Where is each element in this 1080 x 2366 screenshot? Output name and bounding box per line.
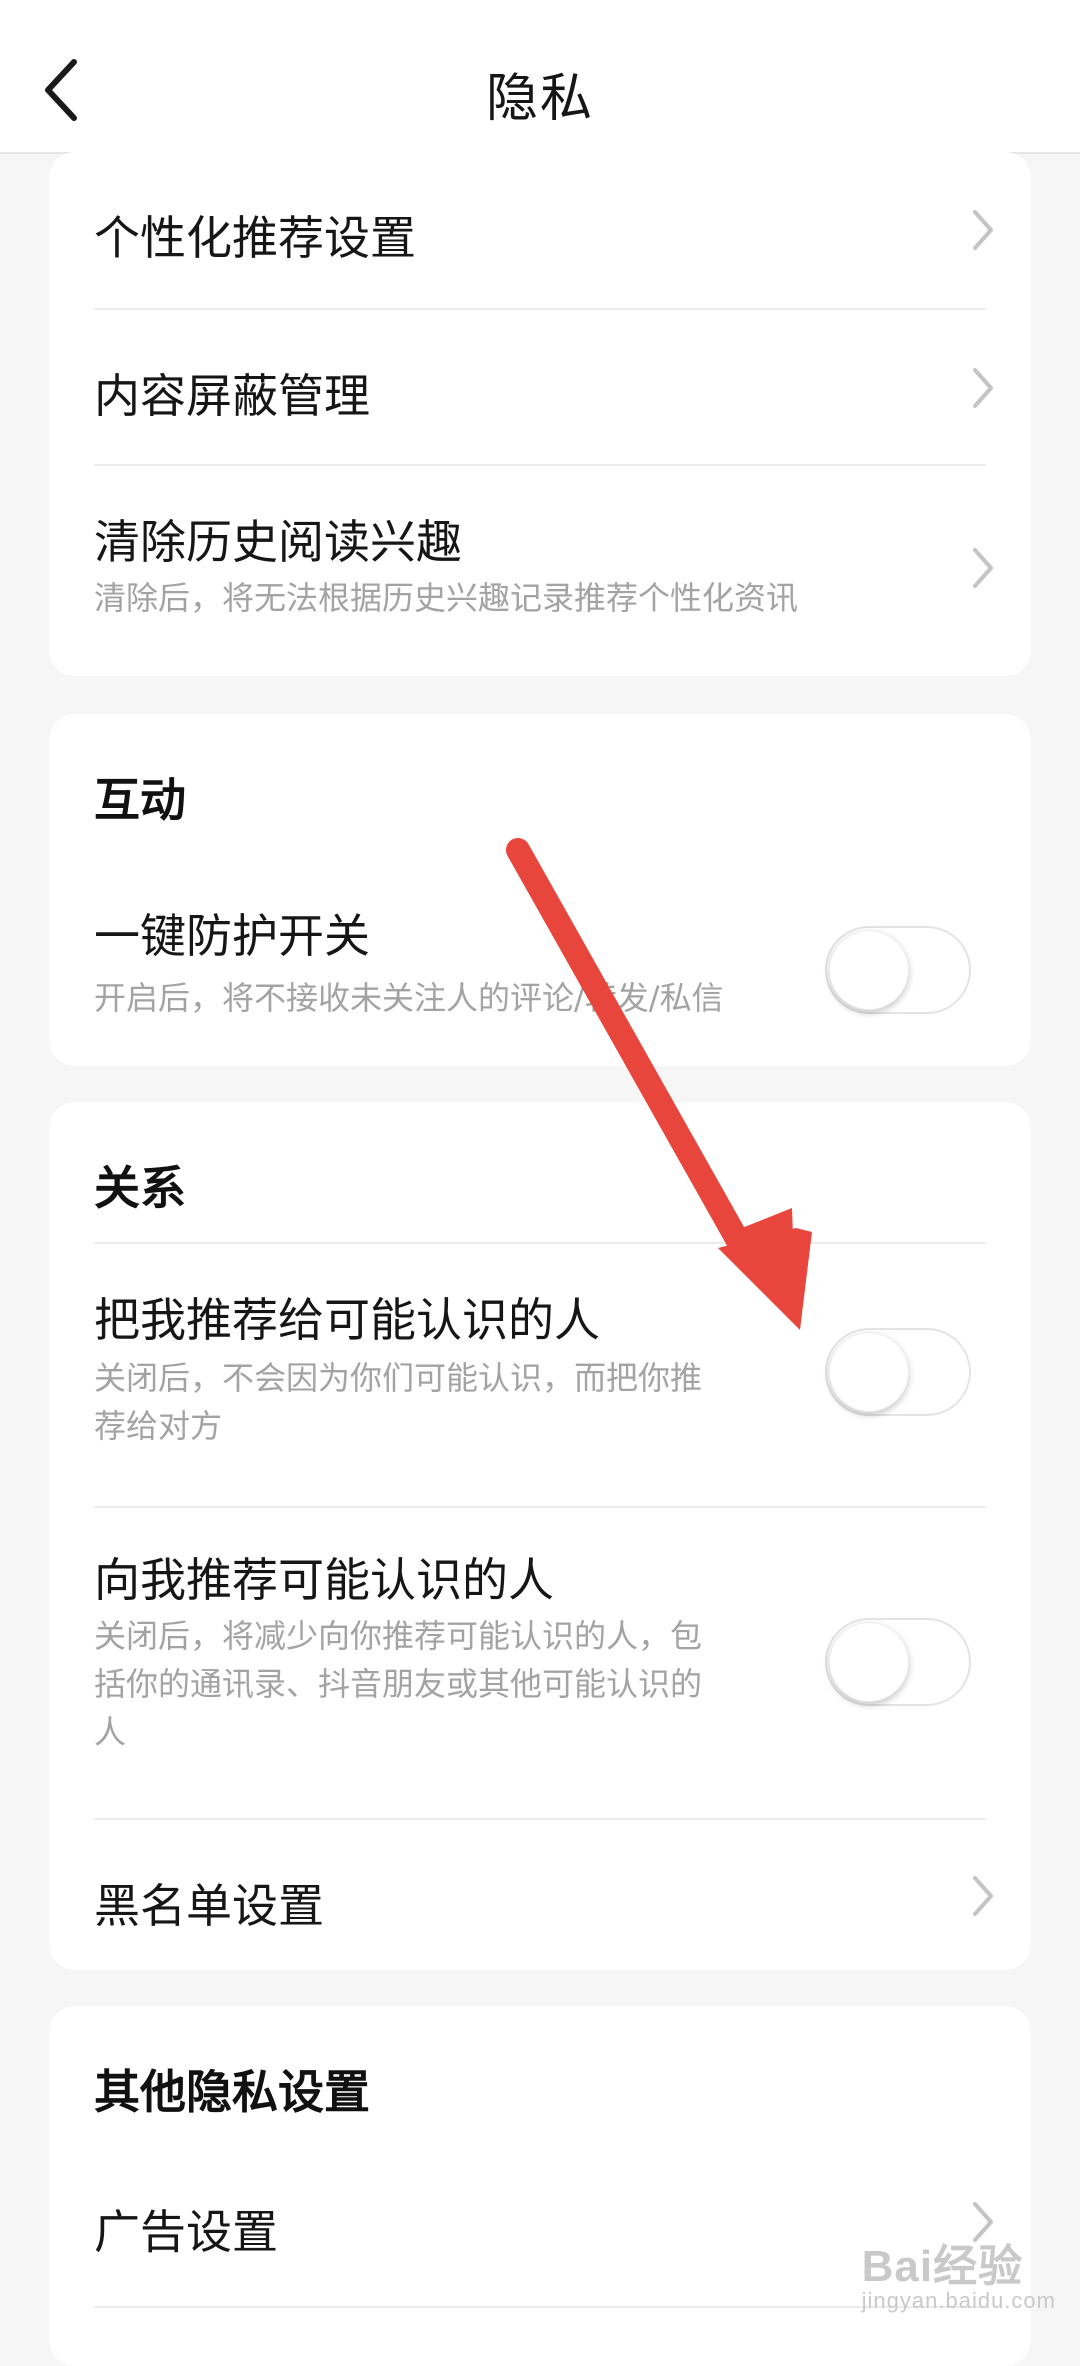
row-description: 开启后，将不接收未关注人的评论/转发/私信 bbox=[94, 979, 724, 1017]
recommend-me-toggle[interactable] bbox=[825, 1328, 971, 1416]
section-title: 其他隐私设置 bbox=[94, 2065, 370, 2119]
content-block-row[interactable]: 内容屏蔽管理 bbox=[49, 310, 1031, 464]
chevron-right-icon bbox=[973, 1876, 993, 1916]
chevron-right-icon bbox=[973, 210, 993, 250]
one-key-protection-row: 一键防护开关 开启后，将不接收未关注人的评论/转发/私信 bbox=[49, 864, 1031, 1066]
row-title: 内容屏蔽管理 bbox=[94, 369, 370, 423]
row-description: 清除后，将无法根据历史兴趣记录推荐个性化资讯 bbox=[94, 579, 799, 617]
blacklist-row[interactable]: 黑名单设置 bbox=[49, 1820, 1031, 1970]
row-title: 向我推荐可能认识的人 bbox=[94, 1553, 554, 1607]
toggle-knob bbox=[829, 1332, 909, 1412]
row-title: 清除历史阅读兴趣 bbox=[94, 515, 462, 569]
navigation-bar: 隐私 bbox=[0, 0, 1080, 154]
row-description: 人 bbox=[94, 1713, 127, 1751]
watermark-url: jingyan.baidu.com bbox=[861, 2288, 1056, 2313]
row-description: 关闭后，将减少向你推荐可能认识的人，包 bbox=[94, 1617, 703, 1655]
chevron-right-icon bbox=[973, 548, 993, 588]
recommend-settings-card: 个性化推荐设置 内容屏蔽管理 清除历史阅读兴趣 清除后，将无法根据历史兴趣记录推… bbox=[49, 152, 1031, 676]
row-title: 把我推荐给可能认识的人 bbox=[94, 1293, 600, 1347]
row-title: 广告设置 bbox=[94, 2205, 278, 2259]
recommend-to-me-row: 向我推荐可能认识的人 关闭后，将减少向你推荐可能认识的人，包 括你的通讯录、抖音… bbox=[49, 1508, 1031, 1818]
toggle-knob bbox=[829, 930, 909, 1010]
row-title: 个性化推荐设置 bbox=[94, 211, 416, 265]
personalized-recommend-row[interactable]: 个性化推荐设置 bbox=[49, 152, 1031, 308]
row-title: 黑名单设置 bbox=[94, 1879, 324, 1933]
baidu-watermark: Bai经验 jingyan.baidu.com bbox=[862, 2230, 1056, 2314]
row-title: 一键防护开关 bbox=[94, 909, 370, 963]
clear-history-row[interactable]: 清除历史阅读兴趣 清除后，将无法根据历史兴趣记录推荐个性化资讯 bbox=[49, 466, 1031, 676]
chevron-right-icon bbox=[973, 368, 993, 408]
interaction-card: 互动 一键防护开关 开启后，将不接收未关注人的评论/转发/私信 bbox=[49, 714, 1031, 1066]
divider bbox=[94, 2306, 986, 2308]
toggle-knob bbox=[829, 1622, 909, 1702]
row-description: 荐给对方 bbox=[94, 1407, 223, 1445]
section-title: 关系 bbox=[94, 1161, 186, 1215]
row-description: 关闭后，不会因为你们可能认识，而把你推 bbox=[94, 1359, 703, 1397]
recommend-to-me-toggle[interactable] bbox=[825, 1618, 971, 1706]
section-title: 互动 bbox=[94, 773, 186, 827]
watermark-text: Bai经验 bbox=[861, 2242, 1024, 2291]
page-title: 隐私 bbox=[485, 69, 594, 129]
recommend-me-to-others-row: 把我推荐给可能认识的人 关闭后，不会因为你们可能认识，而把你推 荐给对方 bbox=[49, 1244, 1031, 1506]
one-key-protection-toggle[interactable] bbox=[825, 926, 971, 1014]
row-description: 括你的通讯录、抖音朋友或其他可能认识的 bbox=[94, 1665, 703, 1703]
relationship-card: 关系 把我推荐给可能认识的人 关闭后，不会因为你们可能认识，而把你推 荐给对方 … bbox=[49, 1102, 1031, 1970]
